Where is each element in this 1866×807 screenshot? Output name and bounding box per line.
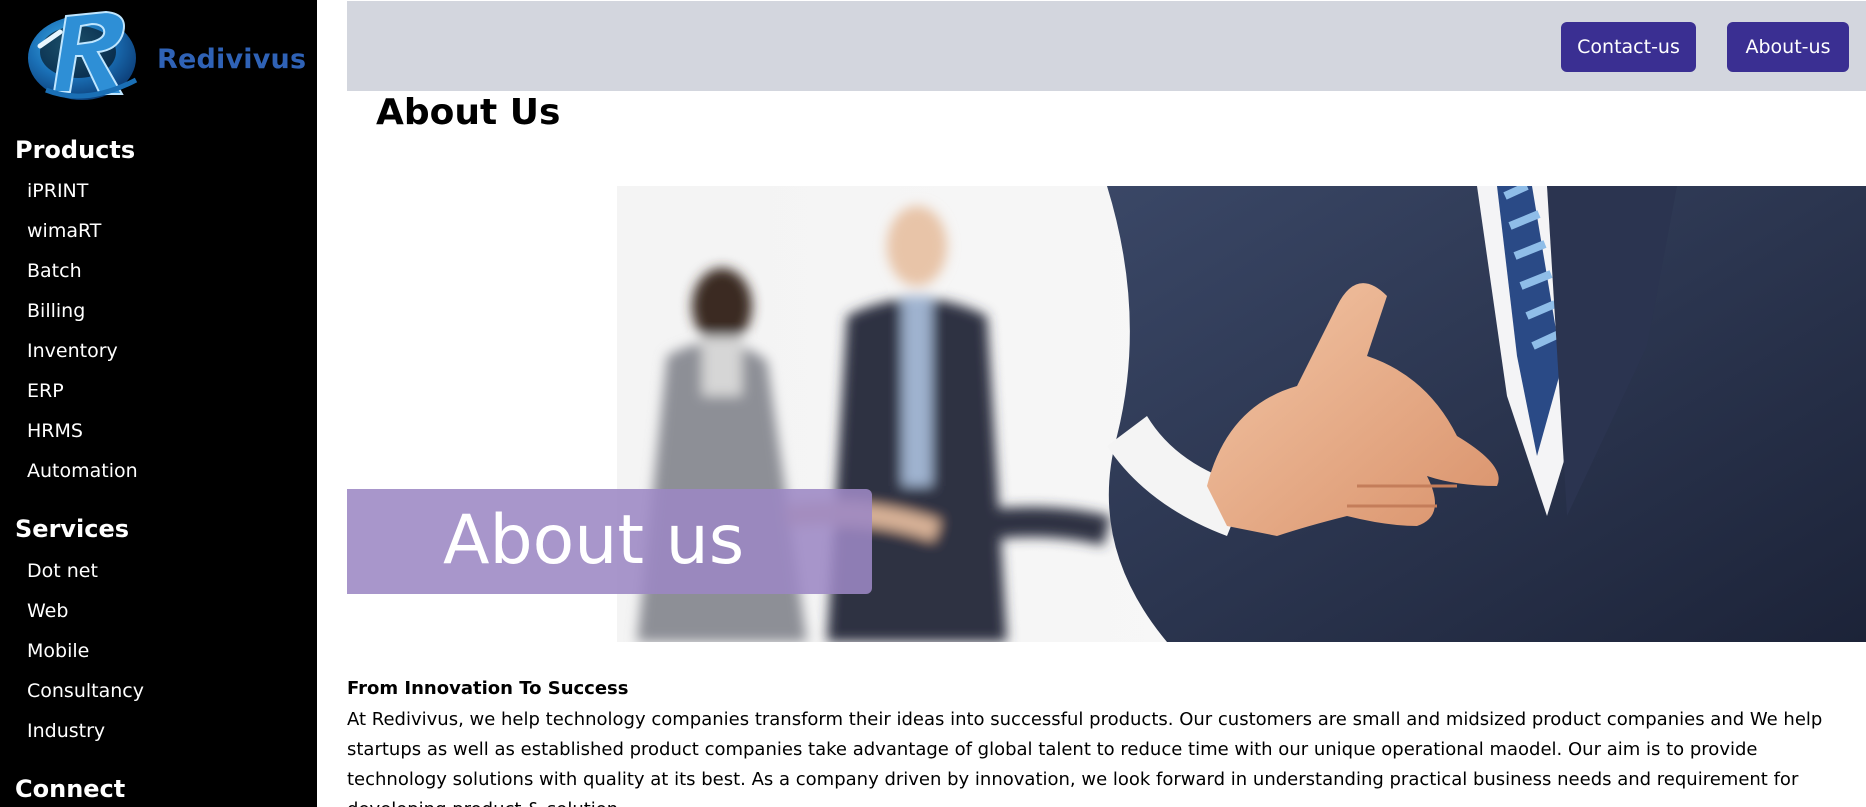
- nav-heading-connect: Connect: [15, 775, 126, 803]
- nav-item-iprint[interactable]: iPRINT: [27, 180, 88, 202]
- nav-item-mobile[interactable]: Mobile: [27, 640, 89, 662]
- page-title: About Us: [376, 92, 561, 133]
- nav-item-dot-net[interactable]: Dot net: [27, 560, 98, 582]
- nav-heading-services: Services: [15, 515, 130, 543]
- nav-item-batch[interactable]: Batch: [27, 260, 82, 282]
- nav-item-industry[interactable]: Industry: [27, 720, 105, 742]
- nav-item-erp[interactable]: ERP: [27, 380, 64, 402]
- nav-item-web[interactable]: Web: [27, 600, 68, 622]
- nav-item-consultancy[interactable]: Consultancy: [27, 680, 144, 702]
- content-paragraph: At Redivivus, we help technology compani…: [347, 709, 1823, 807]
- hero-banner-text: About us: [443, 501, 745, 580]
- nav-item-hrms[interactable]: HRMS: [27, 420, 83, 442]
- top-navbar: Contact-us About-us: [347, 1, 1866, 91]
- nav-item-billing[interactable]: Billing: [27, 300, 85, 322]
- about-us-button[interactable]: About-us: [1727, 22, 1849, 72]
- hero-banner: About us: [347, 489, 872, 594]
- content-heading: From Innovation To Success: [347, 678, 629, 699]
- nav-heading-products: Products: [15, 136, 136, 164]
- nav-item-wimart[interactable]: wimaRT: [27, 220, 101, 242]
- redivivus-r-logo-icon: [28, 10, 138, 100]
- sidebar: Redivivus Products iPRINT wimaRT Batch B…: [0, 0, 317, 807]
- nav-item-inventory[interactable]: Inventory: [27, 340, 118, 362]
- contact-us-button[interactable]: Contact-us: [1561, 22, 1696, 72]
- logo-text: Redivivus: [157, 44, 307, 75]
- nav-item-automation[interactable]: Automation: [27, 460, 138, 482]
- logo[interactable]: Redivivus: [26, 2, 306, 110]
- hero-image: About us: [347, 186, 1866, 642]
